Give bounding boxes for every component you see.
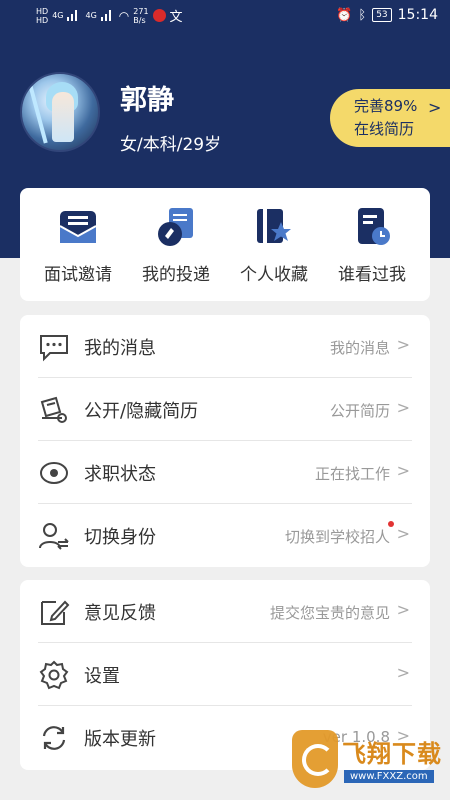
- quick-action-interview-invite[interactable]: 面试邀请: [30, 206, 126, 301]
- menu-item-label: 我的消息: [84, 338, 156, 359]
- favorites-icon: [257, 209, 291, 243]
- avatar[interactable]: [20, 72, 100, 152]
- menu-item-label: 版本更新: [84, 729, 156, 750]
- bluetooth-icon: ᛒ: [358, 7, 367, 23]
- quick-action-label: 个人收藏: [240, 265, 308, 285]
- quick-action-who-viewed-me[interactable]: 谁看过我: [324, 206, 420, 301]
- network2-label: 4G: [85, 11, 97, 20]
- menu-item-settings[interactable]: 设置 >: [38, 643, 412, 706]
- chevron-right-icon: >: [428, 98, 442, 117]
- watermark-text: 飞翔下载: [342, 740, 442, 768]
- resume-completion-button[interactable]: 完善89% 在线简历 >: [330, 89, 450, 147]
- app-badge-label: 文: [169, 10, 183, 25]
- resume-visibility-icon: [40, 396, 67, 423]
- user-info: 女/本科/29岁: [120, 135, 222, 155]
- menu-item-switch-identity[interactable]: 切换身份 切换到学校招人 >: [38, 504, 412, 567]
- battery-indicator: 53: [372, 8, 392, 22]
- chevron-right-icon: >: [396, 335, 410, 354]
- menu-item-value: 正在找工作: [314, 465, 390, 483]
- notification-dot: [388, 521, 394, 527]
- quick-action-favorites[interactable]: 个人收藏: [226, 206, 322, 301]
- status-bar: HD HD 4G 4G ◠ 271 B/s 文 ⏰ ᛒ 53 15:14: [0, 0, 450, 34]
- sim2-label: HD: [36, 15, 49, 25]
- chevron-right-icon: >: [396, 461, 410, 480]
- wifi-icon: ◠: [118, 8, 130, 23]
- quick-actions-card: 面试邀请 我的投递 个人收藏 谁看过我: [20, 188, 430, 301]
- quick-action-label: 谁看过我: [338, 265, 406, 285]
- signal-icon: [67, 10, 81, 21]
- watermark-url: www.FXXZ.com: [344, 770, 434, 783]
- feedback-icon: [41, 600, 70, 625]
- interview-invite-icon: [59, 211, 97, 243]
- sim1-label: HD: [36, 6, 49, 16]
- alarm-icon: ⏰: [336, 7, 353, 23]
- site-watermark: 飞翔下载 www.FXXZ.com: [282, 720, 450, 800]
- menu-item-feedback[interactable]: 意见反馈 提交您宝贵的意见 >: [38, 580, 412, 643]
- menu-item-value: 切换到学校招人: [284, 528, 390, 546]
- menu-item-resume-visibility[interactable]: 公开/隐藏简历 公开简历 >: [38, 378, 412, 441]
- my-delivery-icon: [158, 208, 193, 246]
- who-viewed-me-icon: [358, 208, 390, 245]
- chevron-right-icon: >: [396, 600, 410, 619]
- menu-item-value: 公开简历: [329, 402, 390, 420]
- network1-label: 4G: [52, 11, 64, 20]
- chevron-right-icon: >: [396, 398, 410, 417]
- menu-item-label: 公开/隐藏简历: [84, 401, 199, 422]
- speed-value: 271: [133, 6, 149, 16]
- job-status-icon: [40, 462, 68, 484]
- speed-unit: B/s: [133, 15, 146, 25]
- chevron-right-icon: >: [396, 663, 410, 682]
- switch-identity-icon: [39, 523, 69, 550]
- menu-item-value: 提交您宝贵的意见: [269, 604, 390, 622]
- menu-item-label: 设置: [84, 666, 120, 687]
- message-icon: [40, 335, 68, 362]
- menu-group-1: 我的消息 我的消息 > 公开/隐藏简历 公开简历 > 求职状态 正在找工作 > …: [20, 315, 430, 567]
- quick-action-my-delivery[interactable]: 我的投递: [128, 206, 224, 301]
- settings-icon: [39, 660, 69, 690]
- menu-item-value: 我的消息: [329, 339, 390, 357]
- menu-item-my-messages[interactable]: 我的消息 我的消息 >: [38, 315, 412, 378]
- quick-action-label: 面试邀请: [44, 265, 112, 285]
- menu-item-job-status[interactable]: 求职状态 正在找工作 >: [38, 441, 412, 504]
- user-name: 郭静: [120, 85, 174, 116]
- menu-item-label: 意见反馈: [84, 603, 156, 624]
- watermark-logo-icon: [292, 730, 338, 788]
- notification-app-icon: [152, 9, 166, 22]
- chevron-right-icon: >: [396, 524, 410, 543]
- clock: 15:14: [397, 7, 438, 23]
- menu-item-label: 切换身份: [84, 527, 156, 548]
- quick-action-label: 我的投递: [142, 265, 210, 285]
- resume-online-label: 在线简历: [354, 120, 415, 138]
- update-icon: [42, 726, 66, 750]
- menu-item-label: 求职状态: [84, 464, 156, 485]
- signal-icon-2: [100, 10, 115, 21]
